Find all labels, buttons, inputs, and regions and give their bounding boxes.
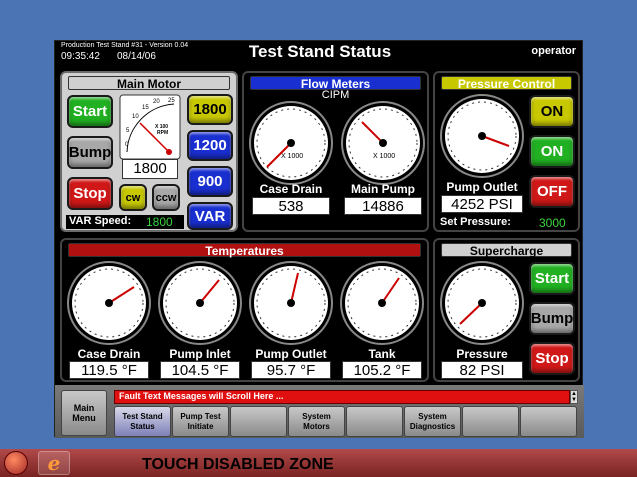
var-speed-label: VAR Speed: [69,215,132,227]
main-motor-title: Main Motor [68,76,230,91]
pressure-control-panel: Pressure Control Pump Outlet 4252 PSI ON… [433,71,580,232]
case-drain-flow-value: 538 [252,197,330,215]
motor-stop-button[interactable]: Stop [67,177,113,210]
pump-outlet-pressure-gauge [440,94,524,178]
tank-temp-value: 105.2 °F [342,361,422,379]
main-pump-flow-label: Main Pump [350,182,415,196]
set-pressure-value: 3000 [539,216,566,230]
main-pump-flow-value: 14886 [344,197,422,215]
clock-time: 09:35:42 [61,51,100,62]
pressure-off-button[interactable]: OFF [529,175,575,208]
user-name: operator [531,45,576,57]
system-motors-button[interactable]: System Motors [288,406,345,437]
speed-1200-button[interactable]: 1200 [187,130,233,161]
nav-blank-button-2[interactable] [346,406,403,437]
speed-900-button[interactable]: 900 [187,166,233,197]
ccw-button[interactable]: ccw [152,184,180,211]
pump-outlet-temp-label: Pump Outlet [255,347,327,361]
set-pressure-label: Set Pressure: [440,216,511,228]
main-pump-flow-gauge: X 1000 [341,101,425,185]
fault-scroll-control[interactable]: ▲ ▼ [570,390,578,404]
main-menu-button[interactable]: Main Menu [61,390,107,436]
supercharge-title: Supercharge [441,243,572,258]
touch-disabled-zone-label: TOUCH DISABLED ZONE [142,456,334,473]
motor-start-button[interactable]: Start [67,95,113,128]
start-orb-icon[interactable] [4,451,28,475]
temperatures-title: Temperatures [68,243,421,258]
cw-button[interactable]: cw [119,184,147,211]
test-stand-status-button[interactable]: Test Stand Status [114,406,171,437]
rpm-tick-25: 25 [168,98,175,104]
nav-blank-button-1[interactable] [230,406,287,437]
pump-inlet-temp-label: Pump Inlet [169,347,231,361]
case-drain-temp-gauge [67,261,151,345]
rpm-gauge: 0 5 10 15 20 25 X 100 RPM [119,94,181,160]
pump-outlet-label: Pump Outlet [446,180,518,194]
flow-meters-panel: Flow Meters CIPM X 1000 X 1000 Case Drai… [242,71,429,232]
case-drain-flow-gauge: X 1000 [249,101,333,185]
clock-date: 08/14/06 [117,51,156,62]
pump-test-initiate-button[interactable]: Pump Test Initiate [172,406,229,437]
fault-message-text: Fault Text Messages will Scroll Here ... [119,391,284,401]
supercharge-pressure-label: Pressure [456,347,508,361]
case-drain-temp-value: 119.5 °F [69,361,149,379]
supercharge-pressure-gauge [440,261,524,345]
tank-temp-label: Tank [368,347,396,361]
supercharge-start-button[interactable]: Start [529,262,575,295]
pump-outlet-value: 4252 PSI [441,195,523,213]
hmi-screen: Production Test Stand #31 - Version 0.04… [54,40,584,438]
nav-blank-button-3[interactable] [462,406,519,437]
rpm-readout: 1800 [122,159,178,179]
page-title: Test Stand Status [248,42,392,61]
var-speed-value: 1800 [146,215,173,229]
supercharge-stop-button[interactable]: Stop [529,342,575,375]
case-drain-flow-label: Case Drain [259,182,323,196]
main-motor-panel: Main Motor Start Bump Stop cw ccw 0 5 10… [60,71,238,232]
pressure-on-yellow-button[interactable]: ON [529,95,575,128]
pump-inlet-temp-gauge [158,261,242,345]
case-drain-temp-label: Case Drain [77,347,141,361]
rpm-unit-rpm: RPM [157,130,168,136]
speed-1800-button[interactable]: 1800 [187,94,233,125]
main-pump-flow-mult: X 1000 [373,153,395,160]
supercharge-panel: Supercharge Pressure 82 PSI Start Bump S… [433,238,580,382]
pump-outlet-temp-gauge [249,261,333,345]
rpm-tick-20: 20 [153,99,160,105]
rpm-tick-15: 15 [142,105,149,111]
tank-temp-gauge [340,261,424,345]
pressure-on-green-button[interactable]: ON [529,135,575,168]
rpm-tick-10: 10 [132,114,139,120]
pump-inlet-temp-value: 104.5 °F [160,361,240,379]
system-diagnostics-button[interactable]: System Diagnostics [404,406,461,437]
motor-bump-button[interactable]: Bump [67,136,113,169]
supercharge-pressure-value: 82 PSI [441,361,523,379]
temperatures-panel: Temperatures Case Drain Pump Inlet Pump … [60,238,429,382]
speed-var-button[interactable]: VAR [187,202,233,230]
station-name: Production Test Stand #31 - Version 0.04 [61,42,189,49]
pump-outlet-temp-value: 95.7 °F [251,361,331,379]
internet-explorer-icon[interactable]: e [38,451,70,475]
flow-meters-title: Flow Meters [250,76,421,91]
nav-blank-button-4[interactable] [520,406,577,437]
pressure-control-title: Pressure Control [441,76,572,91]
case-drain-flow-mult: X 1000 [281,153,303,160]
supercharge-bump-button[interactable]: Bump [529,302,575,335]
